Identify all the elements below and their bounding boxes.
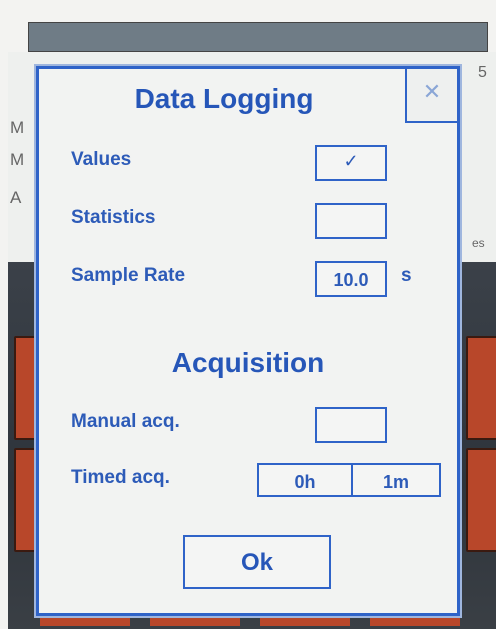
sample-rate-unit: s bbox=[401, 265, 412, 286]
sample-rate-value: 10.0 bbox=[333, 270, 369, 290]
values-label: Values bbox=[71, 149, 132, 170]
close-x-icon: ✕ bbox=[422, 79, 442, 104]
sample-rate-label: Sample Rate bbox=[71, 265, 186, 286]
manual-acq-checkbox[interactable] bbox=[315, 407, 387, 443]
background-text: es bbox=[472, 236, 485, 250]
dialog-title: Data Logging bbox=[134, 83, 314, 114]
background-text: M bbox=[10, 150, 25, 169]
background-text: 5 bbox=[478, 64, 487, 81]
timed-acq-minutes-value: 1m bbox=[382, 472, 409, 492]
background-title-bar bbox=[28, 22, 488, 52]
timed-acq-hours-input[interactable]: 0h bbox=[257, 463, 353, 497]
manual-acq-label: Manual acq. bbox=[71, 411, 180, 432]
close-button[interactable]: ✕ bbox=[405, 69, 457, 123]
ok-button-label: Ok bbox=[240, 549, 273, 576]
acquisition-title: Acquisition bbox=[171, 347, 325, 378]
sample-rate-input[interactable]: 10.0 bbox=[315, 261, 387, 297]
statistics-checkbox[interactable] bbox=[315, 203, 387, 239]
statistics-label: Statistics bbox=[71, 207, 156, 228]
checkmark-icon: ✓ bbox=[343, 151, 359, 171]
values-checkbox[interactable]: ✓ bbox=[315, 145, 387, 181]
background-text: M bbox=[10, 118, 25, 137]
ok-button[interactable]: Ok bbox=[183, 535, 331, 589]
background-side-button bbox=[466, 336, 496, 440]
background-side-button bbox=[466, 448, 496, 552]
data-logging-dialog: Data Logging ✕ Values ✓ Statistics Sampl… bbox=[36, 66, 460, 616]
timed-acq-hours-value: 0h bbox=[294, 472, 316, 492]
timed-acq-minutes-input[interactable]: 1m bbox=[351, 463, 441, 497]
background-text: A bbox=[10, 188, 22, 207]
timed-acq-label: Timed acq. bbox=[71, 467, 170, 488]
